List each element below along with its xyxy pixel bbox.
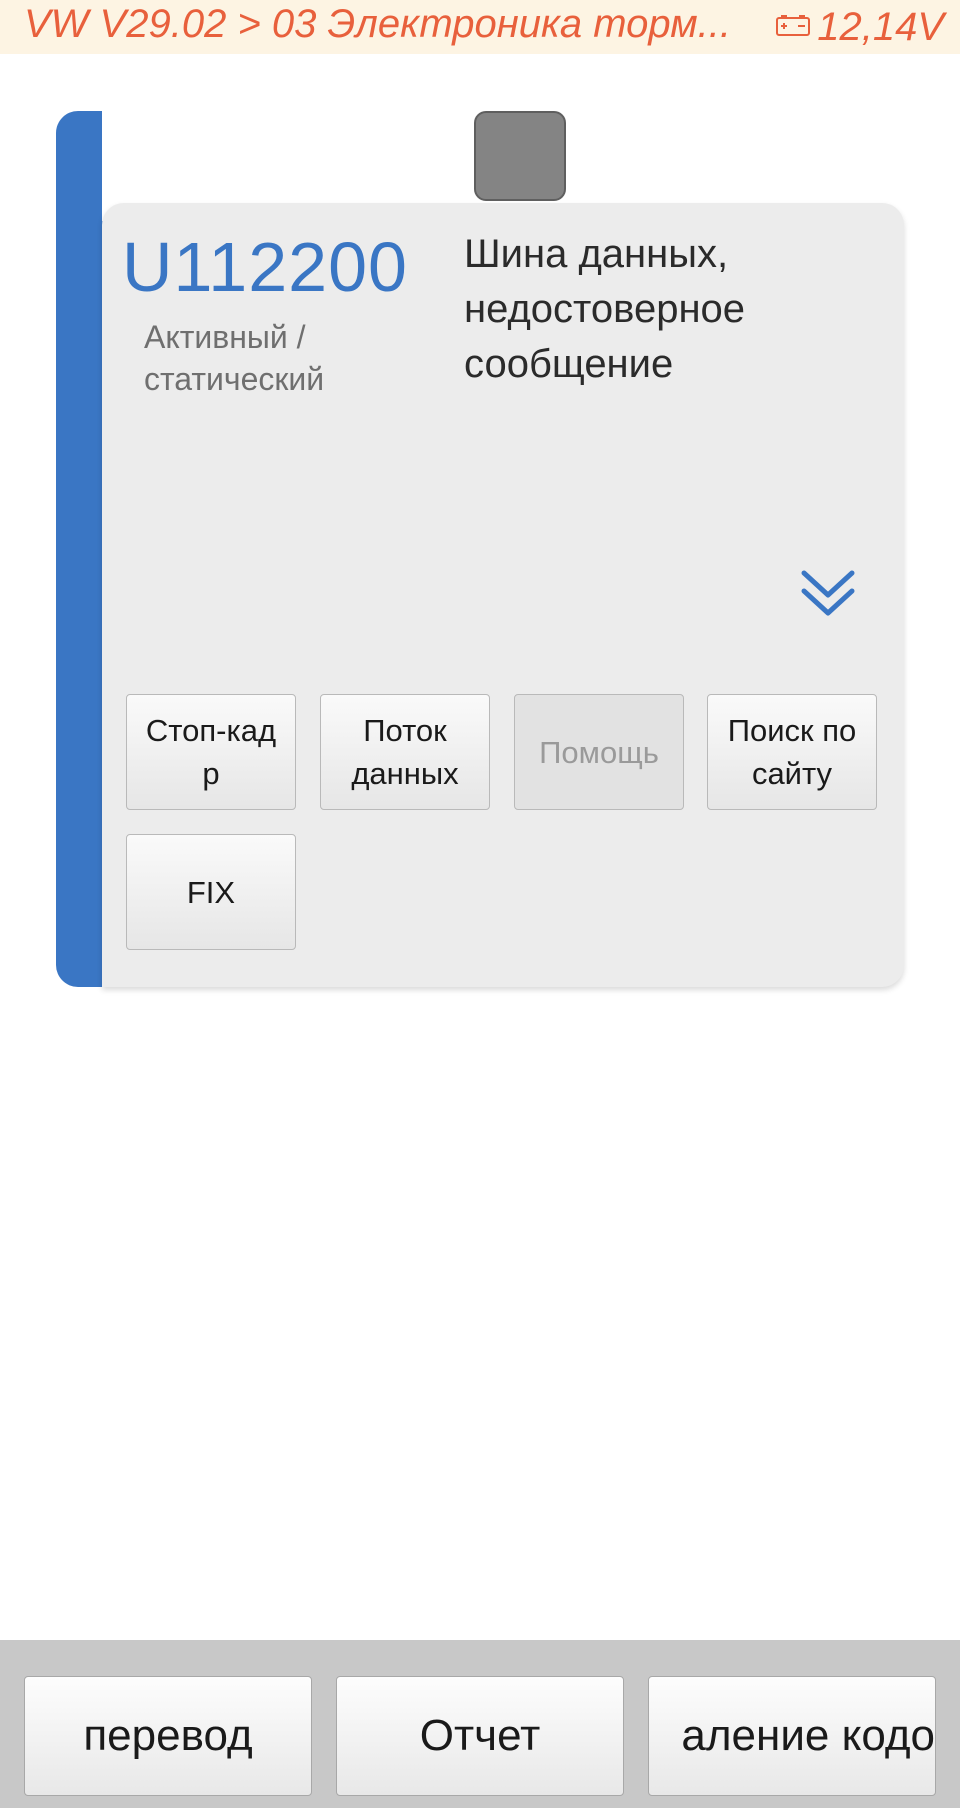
help-button[interactable]: Помощь <box>514 694 684 810</box>
top-status-bar: VW V29.02 > 03 Электроника торм... 12,14… <box>0 0 960 54</box>
site-search-label-2: сайту <box>751 756 833 791</box>
data-stream-label-2: данных <box>351 756 459 791</box>
data-stream-button[interactable]: Поток данных <box>320 694 490 810</box>
fault-code: U112200 <box>122 228 408 306</box>
breadcrumb-title[interactable]: VW V29.02 > 03 Электроника торм... <box>24 0 731 54</box>
fix-label: FIX <box>186 874 236 910</box>
voltage-value: 12,14V <box>817 5 944 49</box>
battery-icon <box>776 15 811 36</box>
clear-codes-button[interactable]: аление кодо <box>648 1676 936 1796</box>
fault-status: Активный / статический <box>144 316 384 400</box>
fix-button[interactable]: FIX <box>126 834 296 950</box>
site-search-label-1: Поиск по <box>727 713 857 748</box>
bottom-toolbar: перевод Отчет аление кодо <box>0 1640 960 1808</box>
translate-button[interactable]: перевод <box>24 1676 312 1796</box>
fault-status-line-1: Активный / <box>144 319 306 355</box>
card-accent-stripe <box>56 111 104 987</box>
battery-voltage: 12,14V <box>775 0 944 54</box>
fault-description: Шина данных, недостоверное сообщение <box>464 232 746 386</box>
data-stream-label-1: Поток <box>363 713 447 748</box>
fault-status-line-2: статический <box>144 361 325 397</box>
report-button[interactable]: Отчет <box>336 1676 624 1796</box>
freeze-frame-label-1: Стоп-кад <box>145 713 277 748</box>
double-chevron-down-icon[interactable] <box>800 567 856 623</box>
fault-code-card: U112200 Активный / статический Шина данн… <box>56 111 904 987</box>
site-search-button[interactable]: Поиск по сайту <box>707 694 877 810</box>
freeze-frame-button[interactable]: Стоп-кад р <box>126 694 296 810</box>
help-label: Помощь <box>539 734 659 770</box>
freeze-frame-label-2: р <box>202 756 220 791</box>
fault-status-indicator <box>474 111 566 201</box>
